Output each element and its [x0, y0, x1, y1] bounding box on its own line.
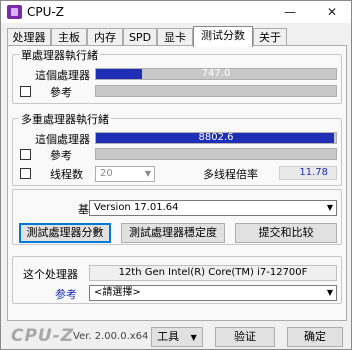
cpuz-window: CPU-Z — ✕ 处理器 主板 内存 SPD 显卡 测试分数 关于 單處理器執…: [0, 0, 352, 350]
multi-thread-legend: 多重處理器執行緒: [19, 111, 111, 127]
multi-thread-group: 多重處理器執行緒 這個處理器 8802.6 參考 线程数 20 ▼ 多线程倍率 …: [12, 111, 342, 186]
footer-bar: CPU-Z Ver. 2.00.0.x64 工具 ▼ 验证 确定: [1, 323, 351, 349]
bench-panel: 單處理器執行緒 這個處理器 747.0 參考 多重處理器執行緒 這個處理器 88…: [7, 45, 347, 321]
window-title: CPU-Z: [27, 5, 64, 19]
tab-mainboard[interactable]: 主板: [51, 28, 87, 46]
multi-reference-bar: [95, 148, 337, 160]
minimize-button[interactable]: —: [273, 1, 307, 23]
cpuz-logo: CPU-Z: [11, 326, 75, 346]
benchmark-version-value: Version 17.01.64: [94, 202, 179, 213]
threads-select[interactable]: 20 ▼: [95, 166, 155, 182]
title-bar: CPU-Z — ✕: [1, 1, 351, 23]
processor-reference-label: 参考: [55, 288, 77, 301]
chevron-down-icon: ▼: [326, 203, 333, 212]
benchmark-group: 基准 Version 17.01.64 ▼ 測試處理器分數 測試處理器穩定度 提…: [12, 189, 342, 245]
chevron-down-icon: ▼: [144, 169, 151, 178]
single-this-cpu-bar: 747.0: [95, 68, 337, 80]
processor-reference-value: <請選擇>: [94, 287, 141, 298]
single-reference-label: 參考: [50, 86, 72, 99]
submit-compare-button[interactable]: 提交和比较: [235, 223, 337, 243]
thread-ratio-label: 多线程倍率: [203, 168, 258, 181]
tools-button[interactable]: 工具 ▼: [151, 327, 203, 347]
multi-this-cpu-label: 這個處理器: [35, 133, 90, 146]
benchmark-version-select[interactable]: Version 17.01.64 ▼: [89, 200, 337, 216]
cpuz-app-icon: [7, 5, 22, 19]
chevron-down-icon: ▼: [326, 288, 333, 297]
thread-ratio-value: 11.78: [279, 166, 337, 180]
validate-button[interactable]: 验证: [215, 327, 275, 347]
version-text: Ver. 2.00.0.x64: [73, 331, 149, 342]
multi-reference-label: 參考: [50, 149, 72, 162]
processor-group: 这个处理器 12th Gen Intel(R) Core(TM) i7-1270…: [12, 256, 342, 304]
bench-cpu-button[interactable]: 測試處理器分數: [19, 223, 111, 243]
single-thread-group: 單處理器執行緒 這個處理器 747.0 參考: [12, 47, 342, 104]
multi-reference-checkbox[interactable]: [20, 149, 31, 160]
single-reference-bar: [95, 85, 337, 97]
close-button[interactable]: ✕: [315, 1, 349, 23]
threads-label: 线程数: [50, 168, 83, 181]
threads-value: 20: [100, 168, 113, 179]
tools-button-label: 工具: [157, 330, 180, 343]
single-reference-checkbox[interactable]: [20, 86, 31, 97]
tab-bench[interactable]: 测试分数: [193, 26, 253, 47]
multi-this-cpu-bar: 8802.6: [95, 132, 337, 144]
single-thread-legend: 單處理器執行緒: [19, 47, 100, 63]
single-this-cpu-score: 747.0: [201, 68, 231, 79]
tab-about[interactable]: 关于: [253, 28, 287, 46]
processor-name-field: 12th Gen Intel(R) Core(TM) i7-12700F: [89, 265, 337, 281]
stress-cpu-button[interactable]: 測試處理器穩定度: [121, 223, 225, 243]
tab-memory[interactable]: 内存: [87, 28, 123, 46]
threads-checkbox[interactable]: [20, 168, 31, 179]
tab-spd[interactable]: SPD: [123, 28, 157, 46]
single-this-cpu-label: 這個處理器: [35, 69, 90, 82]
processor-reference-select[interactable]: <請選擇> ▼: [89, 285, 337, 301]
tab-processor[interactable]: 处理器: [7, 28, 51, 46]
ok-button[interactable]: 确定: [287, 327, 343, 347]
this-processor-label: 这个处理器: [23, 268, 78, 281]
chevron-down-icon: ▼: [190, 333, 197, 342]
multi-this-cpu-score: 8802.6: [198, 132, 234, 143]
tab-graphics[interactable]: 显卡: [157, 28, 193, 46]
